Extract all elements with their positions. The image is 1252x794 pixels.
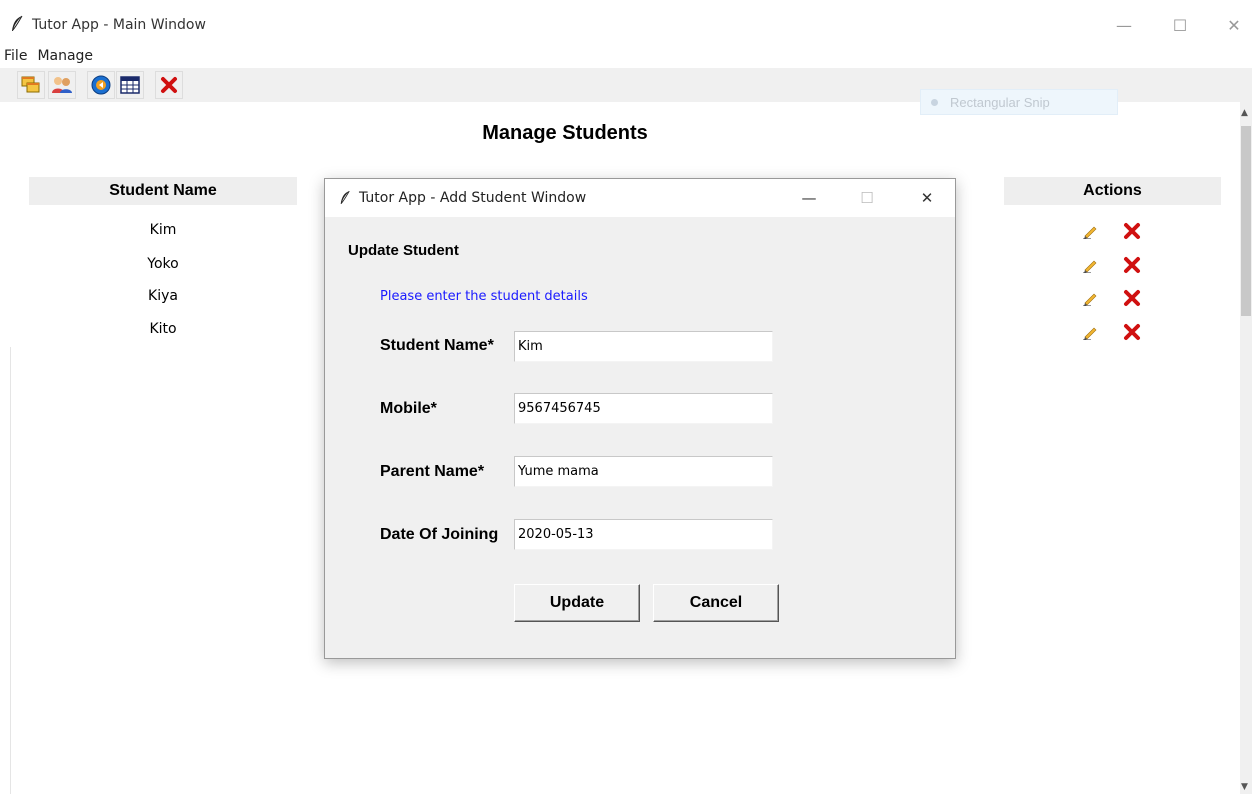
parent-name-label: Parent Name* (380, 463, 485, 480)
close-button[interactable]: ✕ (1214, 10, 1252, 40)
row-actions (1080, 322, 1142, 342)
row-actions (1080, 288, 1142, 308)
feather-icon (340, 190, 350, 204)
main-window-titlebar: Tutor App - Main Window — ☐ ✕ (0, 0, 1252, 48)
mobile-label: Mobile* (380, 400, 437, 417)
column-header-actions: Actions (1004, 177, 1221, 205)
row-actions (1080, 255, 1142, 275)
mobile-field[interactable] (514, 393, 773, 424)
date-of-joining-label: Date Of Joining (380, 526, 499, 543)
table-icon (120, 76, 140, 94)
scroll-down-icon[interactable]: ▼ (1241, 782, 1248, 792)
delete-x-icon[interactable] (1122, 322, 1142, 342)
maximize-button[interactable]: ☐ (1160, 10, 1200, 40)
content-divider (10, 347, 11, 794)
windows-button[interactable] (17, 71, 45, 99)
dialog-titlebar: Tutor App - Add Student Window — ☐ ✕ (325, 179, 955, 217)
student-name-label: Student Name* (380, 337, 494, 354)
edit-pencil-icon[interactable] (1080, 322, 1100, 342)
cancel-button[interactable]: Cancel (653, 584, 779, 622)
dialog-heading: Update Student (348, 242, 459, 259)
snip-mode-indicator: Rectangular Snip (920, 89, 1118, 115)
student-name: Kito (149, 321, 177, 337)
close-icon: ✕ (1227, 15, 1241, 35)
dialog-maximize-button[interactable]: ☐ (849, 183, 885, 213)
windows-icon (21, 76, 40, 93)
dialog-close-button[interactable]: ✕ (909, 183, 945, 213)
student-name: Kiya (148, 288, 178, 304)
menu-bar: File Manage (0, 48, 93, 68)
date-of-joining-field[interactable] (514, 519, 773, 550)
exit-icon (161, 77, 177, 93)
help-icon (91, 75, 111, 95)
minimize-icon: — (801, 189, 817, 207)
minimize-button[interactable]: — (1104, 10, 1144, 40)
update-button[interactable]: Update (514, 584, 640, 622)
snip-dot-icon (931, 98, 938, 106)
parent-name-field[interactable] (514, 456, 773, 487)
edit-pencil-icon[interactable] (1080, 221, 1100, 241)
users-icon (52, 77, 72, 93)
exit-button[interactable] (155, 71, 183, 99)
table-button[interactable] (116, 71, 144, 99)
student-name-field[interactable] (514, 331, 773, 362)
scrollbar-thumb[interactable] (1241, 126, 1251, 316)
edit-pencil-icon[interactable] (1080, 288, 1100, 308)
users-button[interactable] (48, 71, 76, 99)
dialog-minimize-button[interactable]: — (791, 183, 827, 213)
row-actions (1080, 221, 1142, 241)
student-name: Kim (149, 222, 177, 238)
main-window-title: Tutor App - Main Window (32, 17, 206, 33)
minimize-icon: — (1116, 15, 1132, 35)
feather-icon (12, 15, 23, 31)
dialog-title: Tutor App - Add Student Window (359, 190, 587, 206)
maximize-icon: ☐ (1172, 15, 1188, 35)
maximize-icon: ☐ (860, 189, 874, 207)
snip-label: Rectangular Snip (950, 94, 1050, 110)
vertical-scrollbar[interactable]: ▲ ▼ (1240, 102, 1252, 794)
edit-pencil-icon[interactable] (1080, 255, 1100, 275)
delete-x-icon[interactable] (1122, 221, 1142, 241)
column-header-student-name: Student Name (29, 177, 297, 205)
page-title: Manage Students (482, 122, 648, 144)
student-name: Yoko (147, 256, 179, 272)
menu-file[interactable]: File (4, 48, 27, 68)
add-student-dialog: Tutor App - Add Student Window — ☐ ✕ Upd… (324, 178, 956, 659)
help-button[interactable] (87, 71, 115, 99)
scroll-up-icon[interactable]: ▲ (1241, 108, 1248, 118)
delete-x-icon[interactable] (1122, 255, 1142, 275)
menu-manage[interactable]: Manage (37, 48, 93, 68)
dialog-instruction: Please enter the student details (380, 289, 588, 304)
close-icon: ✕ (920, 189, 934, 207)
delete-x-icon[interactable] (1122, 288, 1142, 308)
